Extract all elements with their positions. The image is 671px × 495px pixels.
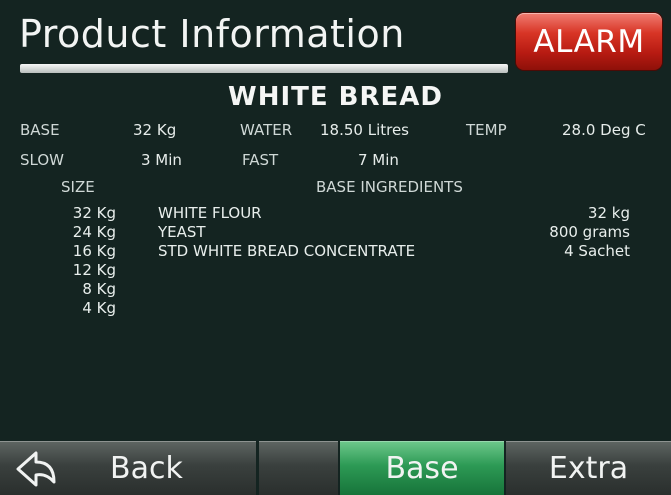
size-list: 32 Kg 24 Kg 16 Kg 12 Kg 8 Kg 4 Kg (0, 204, 116, 318)
slow-value: 3 Min (141, 151, 182, 169)
back-arrow-icon (16, 451, 56, 487)
product-name: WHITE BREAD (228, 82, 443, 112)
ingredient-amount: 800 grams (549, 223, 630, 241)
product-information-screen: Product Information ALARM WHITE BREAD BA… (0, 0, 671, 495)
extra-tab-label: Extra (548, 450, 629, 486)
size-option[interactable]: 16 Kg (0, 242, 116, 261)
amount-list: 32 kg 800 grams 4 Sachet (520, 204, 630, 261)
ingredient-amount: 32 kg (587, 204, 630, 222)
page-title: Product Information (19, 12, 405, 56)
fast-label: FAST (242, 151, 279, 169)
ingredient-name: YEAST (158, 223, 206, 241)
slow-label: SLOW (20, 151, 64, 169)
temp-value: 28.0 Deg C (562, 121, 646, 139)
water-label: WATER (240, 121, 293, 139)
bottom-nav: Back Base Extra (0, 441, 671, 495)
blank-button[interactable] (259, 441, 338, 495)
size-option[interactable]: 24 Kg (0, 223, 116, 242)
alarm-button[interactable]: ALARM (516, 13, 662, 70)
title-underline (20, 64, 508, 73)
ingredient-name: STD WHITE BREAD CONCENTRATE (158, 242, 416, 260)
water-value: 18.50 Litres (320, 121, 409, 139)
size-option[interactable]: 12 Kg (0, 261, 116, 280)
size-option[interactable]: 8 Kg (0, 280, 116, 299)
base-label: BASE (20, 121, 60, 139)
back-label: Back (110, 450, 183, 486)
base-tab[interactable]: Base (340, 441, 504, 495)
extra-tab[interactable]: Extra (506, 441, 671, 495)
size-header: SIZE (61, 178, 95, 196)
back-button[interactable]: Back (0, 441, 256, 495)
base-tab-label: Base (385, 450, 459, 486)
ingredient-name: WHITE FLOUR (158, 204, 262, 222)
ingredients-header: BASE INGREDIENTS (316, 178, 463, 196)
fast-value: 7 Min (358, 151, 399, 169)
base-value: 32 Kg (133, 121, 177, 139)
size-option[interactable]: 32 Kg (0, 204, 116, 223)
ingredient-amount: 4 Sachet (564, 242, 630, 260)
ingredient-list: WHITE FLOUR YEAST STD WHITE BREAD CONCEN… (158, 204, 415, 261)
temp-label: TEMP (466, 121, 507, 139)
size-option[interactable]: 4 Kg (0, 299, 116, 318)
